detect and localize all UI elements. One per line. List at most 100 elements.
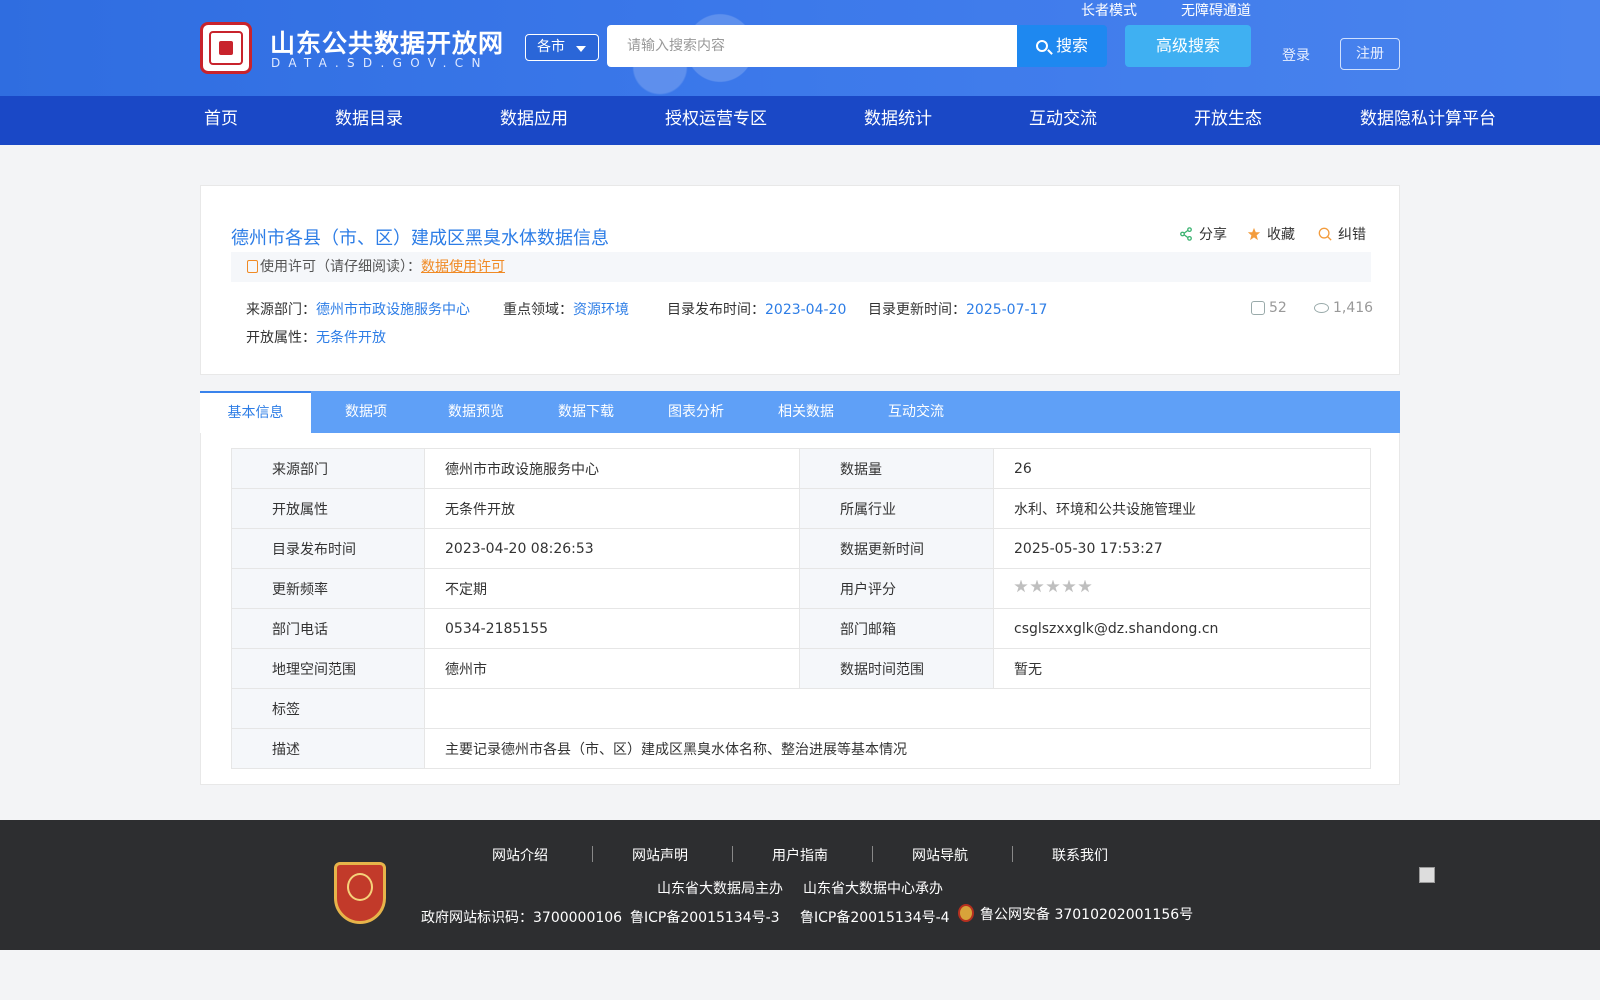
- tab-data-preview[interactable]: 数据预览: [421, 391, 531, 433]
- source-dept-link[interactable]: 德州市市政设施服务中心: [316, 302, 470, 318]
- advanced-search-button[interactable]: 高级搜索: [1125, 25, 1251, 67]
- search-button[interactable]: 搜索: [1017, 25, 1107, 67]
- meta-update-time: 目录更新时间：2025-07-17: [868, 299, 1047, 319]
- field-label: 开放属性: [231, 488, 425, 529]
- share-label: 分享: [1199, 227, 1227, 243]
- meta-open-attr: 开放属性：无条件开放: [246, 327, 386, 347]
- footer-police-record[interactable]: 鲁公网安备 37010202001156号: [958, 904, 1193, 924]
- field-label: 数据时间范围: [799, 648, 994, 689]
- tab-chart-analysis[interactable]: 图表分析: [641, 391, 751, 433]
- nav-item-ecosystem[interactable]: 开放生态: [1194, 96, 1262, 145]
- field-label: 地理空间范围: [231, 648, 425, 689]
- nav-item-authorized-ops[interactable]: 授权运营专区: [665, 96, 767, 145]
- bookmark-icon: [247, 260, 258, 273]
- favorite-button[interactable]: 收藏: [1247, 224, 1295, 244]
- field-value: 德州市: [424, 648, 800, 689]
- nav-item-apps[interactable]: 数据应用: [500, 96, 568, 145]
- police-emblem-icon: [958, 904, 974, 922]
- field-label: 数据更新时间: [799, 528, 994, 569]
- field-label: 描述: [231, 728, 425, 769]
- footer-link-guide[interactable]: 用户指南: [772, 845, 828, 865]
- table-row: 目录发布时间 2023-04-20 08:26:53 数据更新时间 2025-0…: [231, 528, 1371, 569]
- party-gov-badge-icon[interactable]: [334, 862, 386, 924]
- field-label: 目录发布时间: [231, 528, 425, 569]
- nav-item-home[interactable]: 首页: [204, 96, 238, 145]
- license-link[interactable]: 数据使用许可: [421, 259, 505, 275]
- footer-divider: [872, 846, 873, 862]
- footer-link-statement[interactable]: 网站声明: [632, 845, 688, 865]
- nav-item-statistics[interactable]: 数据统计: [864, 96, 932, 145]
- tab-interaction[interactable]: 互动交流: [861, 391, 971, 433]
- caret-down-icon: [576, 46, 586, 52]
- meta-label: 目录发布时间：: [667, 302, 765, 318]
- table-row: 地理空间范围 德州市 数据时间范围 暂无: [231, 648, 1371, 689]
- report-error-button[interactable]: 纠错: [1318, 224, 1366, 244]
- license-bar: 使用许可（请仔细阅读）：数据使用许可: [231, 252, 1371, 282]
- license-prefix: 使用许可（请仔细阅读）：: [260, 259, 421, 275]
- search-input[interactable]: [607, 25, 1017, 67]
- meta-label: 重点领域：: [503, 302, 573, 318]
- dataset-info-card: 德州市各县（市、区）建成区黑臭水体数据信息 分享 收藏 纠错 使用许可（请仔细阅…: [200, 185, 1400, 375]
- field-value: 不定期: [424, 568, 800, 609]
- footer-icp-1[interactable]: 鲁ICP备20015134号-3: [630, 907, 780, 927]
- field-label: 数据量: [799, 448, 994, 489]
- footer-link-about[interactable]: 网站介绍: [492, 845, 548, 865]
- login-link[interactable]: 登录: [1282, 45, 1310, 65]
- tab-data-items[interactable]: 数据项: [311, 391, 421, 433]
- elder-mode-link[interactable]: 长者模式: [1081, 0, 1137, 20]
- table-row: 开放属性 无条件开放 所属行业 水利、环境和公共设施管理业: [231, 488, 1371, 529]
- site-title: 山东公共数据开放网: [270, 29, 505, 58]
- accessibility-link[interactable]: 无障碍通道: [1181, 0, 1251, 20]
- publish-time-value: 2023-04-20: [765, 302, 847, 318]
- field-label: 部门邮箱: [799, 608, 994, 649]
- nav-item-catalog[interactable]: 数据目录: [335, 96, 403, 145]
- eye-icon: [1314, 303, 1329, 313]
- footer-link-sitemap[interactable]: 网站导航: [912, 845, 968, 865]
- field-value: 水利、环境和公共设施管理业: [993, 488, 1371, 529]
- meta-publish-time: 目录发布时间：2023-04-20: [667, 299, 846, 319]
- table-row: 来源部门 德州市市政设施服务中心 数据量 26: [231, 448, 1371, 489]
- search-box: [607, 25, 1017, 67]
- site-logo[interactable]: 山东公共数据开放网 DATA.SD.GOV.CN: [200, 22, 503, 74]
- city-select[interactable]: 各市: [525, 34, 599, 61]
- field-label: 部门电话: [231, 608, 425, 649]
- star-icon: [1030, 579, 1044, 593]
- field-value: 26: [993, 448, 1371, 489]
- open-attr-link[interactable]: 无条件开放: [316, 330, 386, 346]
- nav-item-interaction[interactable]: 互动交流: [1029, 96, 1097, 145]
- search-button-label: 搜索: [1055, 36, 1088, 55]
- footer-link-contact[interactable]: 联系我们: [1052, 845, 1108, 865]
- footer-icp-2[interactable]: 鲁ICP备20015134号-4: [800, 907, 950, 927]
- user-rating: [993, 568, 1371, 609]
- meta-label: 来源部门：: [246, 302, 316, 318]
- star-icon: [1014, 579, 1028, 593]
- footer-gov-id: 政府网站标识码：3700000106: [421, 910, 623, 926]
- site-header: 山东公共数据开放网 DATA.SD.GOV.CN 各市 搜索 高级搜索 长者模式…: [0, 0, 1600, 96]
- detail-table: 来源部门 德州市市政设施服务中心 数据量 26 开放属性 无条件开放 所属行业 …: [231, 448, 1371, 769]
- share-button[interactable]: 分享: [1179, 224, 1227, 244]
- report-icon: [1318, 227, 1332, 241]
- tab-related-data[interactable]: 相关数据: [751, 391, 861, 433]
- site-subtitle: DATA.SD.GOV.CN: [271, 56, 489, 70]
- broken-image-icon: [1419, 867, 1435, 883]
- field-label: 用户评分: [799, 568, 994, 609]
- police-record-text: 鲁公网安备 37010202001156号: [980, 907, 1194, 923]
- footer-host: 山东省大数据局主办: [657, 881, 783, 897]
- focus-area-link[interactable]: 资源环境: [573, 302, 629, 318]
- table-row: 描述 主要记录德州市各县（市、区）建成区黑臭水体名称、整治进展等基本情况: [231, 728, 1371, 769]
- rating-stars[interactable]: [1014, 579, 1350, 598]
- search-icon: [1035, 40, 1048, 52]
- favorite-label: 收藏: [1267, 227, 1295, 243]
- meta-source-dept: 来源部门：德州市市政设施服务中心: [246, 299, 470, 319]
- register-button[interactable]: 注册: [1340, 38, 1400, 70]
- detail-tabs: 基本信息 数据项 数据预览 数据下载 图表分析 相关数据 互动交流: [200, 391, 1400, 433]
- footer-divider: [1012, 846, 1013, 862]
- update-time-value: 2025-07-17: [966, 302, 1048, 318]
- download-count: 52: [1251, 300, 1287, 316]
- table-row: 部门电话 0534-2185155 部门邮箱 csglszxxglk@dz.sh…: [231, 608, 1371, 649]
- star-icon: [1046, 579, 1060, 593]
- tab-basic-info[interactable]: 基本信息: [200, 391, 311, 433]
- tab-data-download[interactable]: 数据下载: [531, 391, 641, 433]
- field-value: 0534-2185155: [424, 608, 800, 649]
- nav-item-privacy-computing[interactable]: 数据隐私计算平台: [1360, 96, 1496, 145]
